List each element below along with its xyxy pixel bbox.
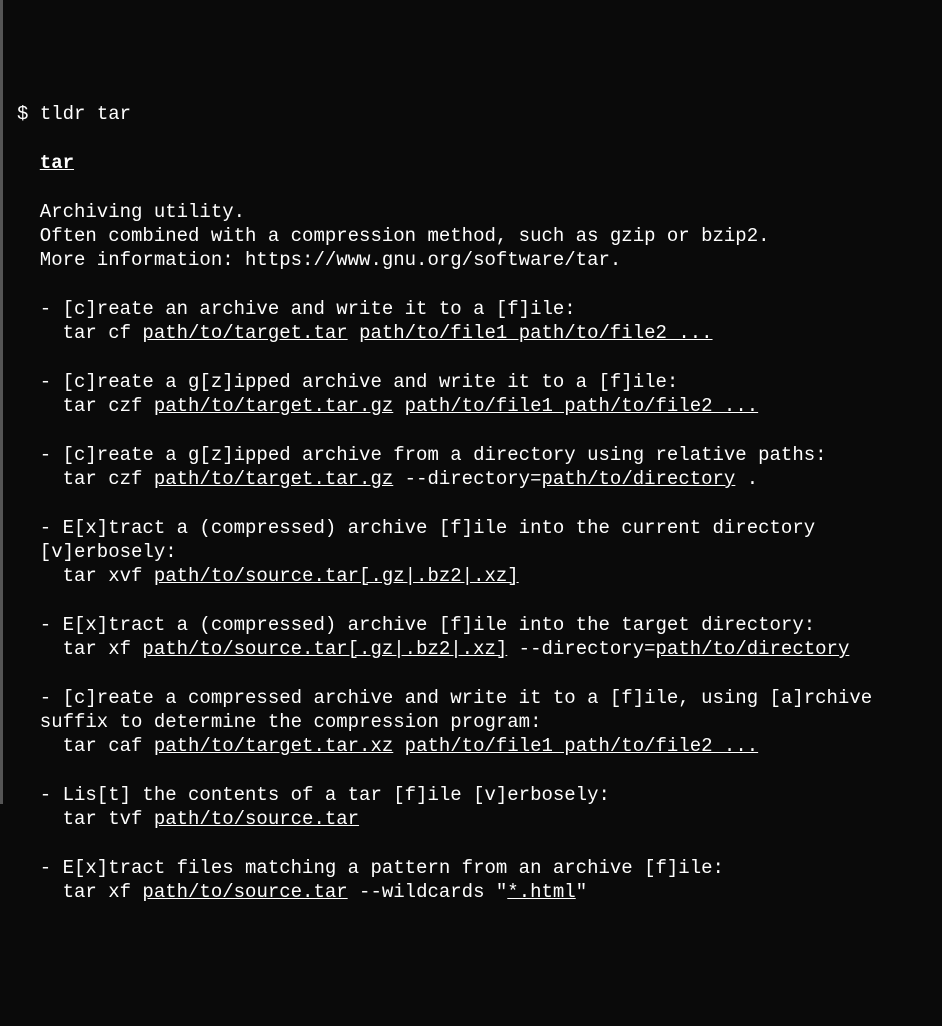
typed-command: tldr tar [40, 103, 131, 125]
example-desc: - E[x]tract a (compressed) archive [f]il… [17, 516, 942, 565]
example-command: tar cf path/to/target.tar path/to/file1 … [17, 321, 942, 345]
command-prefix: tar xvf [63, 565, 154, 587]
command-prefix: tar tvf [63, 808, 154, 830]
command-placeholder: path/to/target.tar.xz [154, 735, 393, 757]
command-prefix: tar czf [63, 395, 154, 417]
example-command: tar czf path/to/target.tar.gz path/to/fi… [17, 394, 942, 418]
example-command: tar xf path/to/source.tar[.gz|.bz2|.xz] … [17, 637, 942, 661]
command-prefix: tar czf [63, 468, 154, 490]
command-placeholder: path/to/file1 path/to/file2 ... [405, 735, 758, 757]
command-text [393, 395, 404, 417]
example-command: tar xvf path/to/source.tar[.gz|.bz2|.xz] [17, 564, 942, 588]
command-text: --directory= [507, 638, 655, 660]
command-text [393, 735, 404, 757]
command-placeholder: path/to/target.tar.gz [154, 468, 393, 490]
command-prefix: tar cf [63, 322, 143, 344]
command-placeholder: path/to/directory [656, 638, 850, 660]
command-prefix: tar caf [63, 735, 154, 757]
example-command: tar caf path/to/target.tar.xz path/to/fi… [17, 734, 942, 758]
tldr-desc-line: More information: https://www.gnu.org/so… [17, 248, 942, 272]
command-placeholder: path/to/source.tar [154, 808, 359, 830]
command-placeholder: *.html [507, 881, 575, 903]
command-placeholder: path/to/source.tar [142, 881, 347, 903]
command-placeholder: path/to/file1 path/to/file2 ... [405, 395, 758, 417]
command-line: $ tldr tar [17, 102, 942, 126]
command-text: . [735, 468, 758, 490]
example-command: tar xf path/to/source.tar --wildcards "*… [17, 880, 942, 904]
examples-list: - [c]reate an archive and write it to a … [17, 272, 942, 904]
command-prefix: tar xf [63, 638, 143, 660]
command-text [348, 322, 359, 344]
prompt-symbol: $ [17, 103, 40, 125]
command-placeholder: path/to/source.tar[.gz|.bz2|.xz] [154, 565, 519, 587]
command-text: --directory= [393, 468, 541, 490]
tldr-title: tar [17, 151, 942, 175]
command-placeholder: path/to/file1 path/to/file2 ... [359, 322, 712, 344]
tldr-desc-line: Often combined with a compression method… [17, 224, 942, 248]
command-placeholder: path/to/directory [542, 468, 736, 490]
example-desc: - E[x]tract a (compressed) archive [f]il… [17, 613, 942, 637]
example-command: tar tvf path/to/source.tar [17, 807, 942, 831]
example-desc: - [c]reate a g[z]ipped archive from a di… [17, 443, 942, 467]
command-placeholder: path/to/source.tar[.gz|.bz2|.xz] [142, 638, 507, 660]
example-desc: - [c]reate a g[z]ipped archive and write… [17, 370, 942, 394]
tldr-desc-line: Archiving utility. [17, 200, 942, 224]
example-desc: - E[x]tract files matching a pattern fro… [17, 856, 942, 880]
command-prefix: tar xf [63, 881, 143, 903]
terminal-output[interactable]: $ tldr tar tar Archiving utility.Often com… [17, 102, 942, 904]
command-text: --wildcards " [348, 881, 508, 903]
command-placeholder: path/to/target.tar [142, 322, 347, 344]
example-command: tar czf path/to/target.tar.gz --director… [17, 467, 942, 491]
example-desc: - [c]reate an archive and write it to a … [17, 297, 942, 321]
example-desc: - [c]reate a compressed archive and writ… [17, 686, 942, 735]
command-text: " [576, 881, 587, 903]
command-placeholder: path/to/target.tar.gz [154, 395, 393, 417]
